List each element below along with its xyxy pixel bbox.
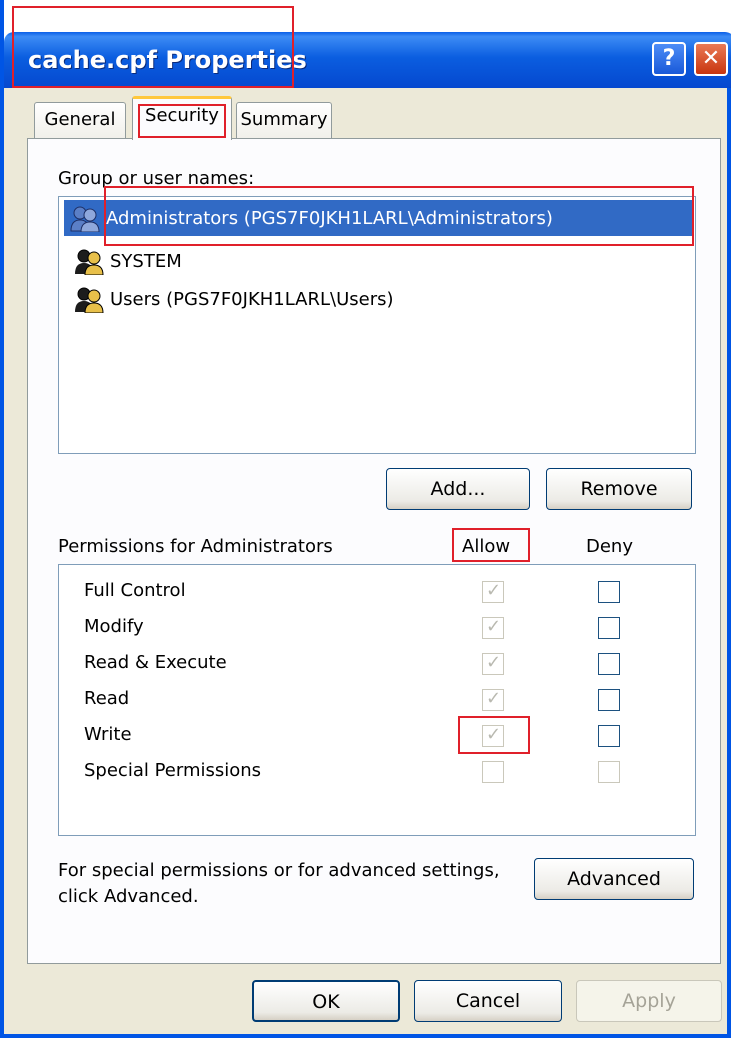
close-button[interactable]: ✕ (694, 42, 728, 76)
check-icon: ✓ (486, 616, 502, 637)
check-icon: ✓ (486, 688, 502, 709)
permission-write: Write (84, 724, 132, 745)
list-item-label: Users (PGS7F0JKH1LARL\Users) (110, 288, 394, 310)
window-title: cache.cpf Properties (28, 46, 307, 74)
allow-read-checkbox[interactable]: ✓ (482, 688, 504, 711)
deny-full-control-checkbox[interactable] (598, 581, 620, 603)
user-group-icon (75, 287, 104, 313)
deny-write-checkbox[interactable] (598, 725, 620, 747)
list-item-label: SYSTEM (110, 250, 182, 272)
allow-write-checkbox[interactable]: ✓ (482, 724, 504, 747)
ok-button[interactable]: OK (252, 980, 400, 1022)
advanced-hint-line2: click Advanced. (58, 886, 199, 907)
list-item-system[interactable]: SYSTEM (72, 244, 182, 278)
check-icon: ✓ (486, 724, 502, 745)
user-group-icon (75, 249, 104, 275)
tab-summary[interactable]: Summary (236, 102, 332, 138)
remove-button[interactable]: Remove (546, 468, 692, 510)
list-item-users[interactable]: Users (PGS7F0JKH1LARL\Users) (72, 282, 394, 316)
advanced-button[interactable]: Advanced (534, 858, 694, 900)
allow-special-checkbox[interactable] (482, 761, 504, 783)
allow-full-control-checkbox[interactable]: ✓ (482, 580, 504, 603)
tab-security-label: Security (145, 105, 219, 126)
permission-modify: Modify (84, 616, 144, 637)
permissions-header: Permissions for Administrators (58, 536, 333, 557)
list-item-label: Administrators (PGS7F0JKH1LARL\Administr… (106, 207, 553, 229)
cancel-button[interactable]: Cancel (414, 980, 562, 1022)
deny-special-checkbox[interactable] (598, 761, 620, 783)
permission-special: Special Permissions (84, 760, 262, 781)
group-list-label-text: Group or user names: (58, 168, 255, 189)
allow-read-execute-checkbox[interactable]: ✓ (482, 652, 504, 675)
check-icon: ✓ (486, 652, 502, 673)
permission-full-control: Full Control (84, 580, 186, 601)
user-group-icon (70, 206, 100, 232)
check-icon: ✓ (486, 580, 502, 601)
advanced-hint-line1: For special permissions or for advanced … (58, 860, 500, 881)
deny-modify-checkbox[interactable] (598, 617, 620, 639)
permission-read: Read (84, 688, 130, 709)
deny-read-execute-checkbox[interactable] (598, 653, 620, 675)
allow-column-header: Allow (462, 536, 511, 557)
add-button[interactable]: Add... (386, 468, 530, 510)
help-button[interactable]: ? (652, 42, 686, 76)
permission-read-execute: Read & Execute (84, 652, 227, 673)
list-item-administrators[interactable]: Administrators (PGS7F0JKH1LARL\Administr… (64, 200, 692, 236)
title-bar: cache.cpf Properties ? ✕ (4, 0, 731, 88)
group-list-label: Group or user names: (58, 168, 254, 189)
tab-general[interactable]: General (34, 102, 126, 138)
deny-read-checkbox[interactable] (598, 689, 620, 711)
apply-button[interactable]: Apply (576, 980, 722, 1022)
deny-column-header: Deny (586, 536, 633, 557)
tab-security[interactable]: Security (132, 96, 232, 140)
allow-modify-checkbox[interactable]: ✓ (482, 616, 504, 639)
